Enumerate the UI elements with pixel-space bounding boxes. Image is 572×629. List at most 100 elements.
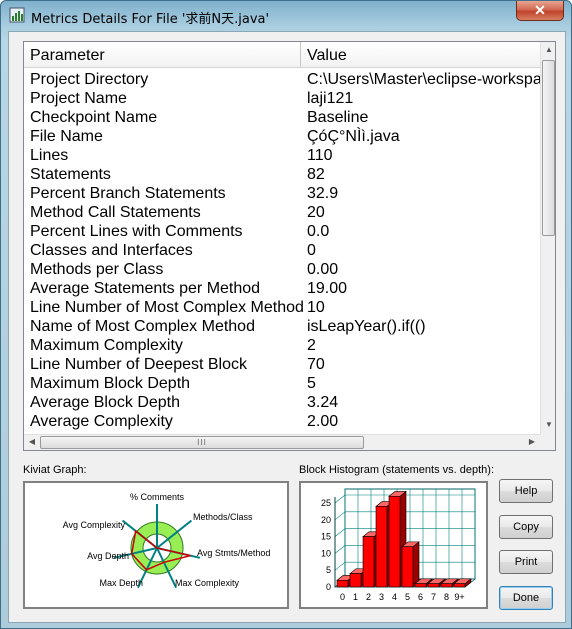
value-cell: 0.0	[307, 223, 330, 240]
histogram-gridline-side	[334, 561, 346, 571]
vertical-scroll-thumb[interactable]	[542, 60, 555, 236]
table-row[interactable]: Lines 110	[24, 146, 540, 165]
histogram-y-tick-label: 25	[321, 498, 331, 508]
kiviat-axis-label: Avg Stmts/Method	[197, 548, 270, 558]
histogram-x-tick-label: 6	[418, 592, 423, 602]
table-row[interactable]: Methods per Class 0.00	[24, 260, 540, 279]
parameter-cell: Statements	[30, 166, 111, 183]
print-button[interactable]: Print	[499, 550, 553, 574]
table-row[interactable]: Classes and Interfaces 0	[24, 241, 540, 260]
horizontal-scroll-thumb[interactable]: III	[40, 436, 364, 449]
header-value[interactable]: Value	[301, 42, 541, 67]
copy-button[interactable]: Copy	[499, 515, 553, 539]
header-parameter[interactable]: Parameter	[24, 42, 301, 67]
histogram-y-tick-label: 0	[326, 582, 331, 592]
app-icon	[9, 7, 25, 23]
done-button[interactable]: Done	[499, 586, 553, 610]
parameter-cell: Project Name	[30, 90, 127, 107]
table-row[interactable]: Maximum Complexity 2	[24, 336, 540, 355]
histogram-bar-side	[412, 541, 420, 588]
parameter-cell: Maximum Block Depth	[30, 375, 191, 392]
parameter-cell: Classes and Interfaces	[30, 242, 193, 259]
table-row[interactable]: File Name ÇóÇ°NÌì.java	[24, 127, 540, 146]
table-row[interactable]: Line Number of Deepest Block 70	[24, 355, 540, 374]
parameter-cell: Project Directory	[30, 71, 149, 88]
dialog-client-area: Parameter Value Project Directory C:\User…	[8, 31, 566, 623]
histogram-bar-front	[336, 579, 349, 588]
scroll-up-icon[interactable]: ▲	[541, 45, 555, 54]
value-cell: 3.24	[307, 394, 339, 411]
histogram-bar-front	[440, 583, 453, 588]
table-row[interactable]: Statements 82	[24, 165, 540, 184]
table-row[interactable]: Checkpoint Name Baseline	[24, 108, 540, 127]
help-button[interactable]: Help	[499, 479, 553, 503]
parameter-cell: Method Call Statements	[30, 204, 201, 221]
kiviat-axis-label: Max Depth	[99, 578, 143, 588]
histogram-bar-front	[375, 506, 388, 588]
value-cell: 2.00	[307, 413, 339, 430]
value-cell: 32.9	[307, 185, 339, 202]
kiviat-graph-panel: % Comments Methods/Class Avg Stmts/Method M…	[23, 481, 289, 609]
histogram-bar-front	[453, 583, 466, 588]
parameter-cell: Name of Most Complex Method	[30, 318, 255, 335]
close-button[interactable]: ✕	[516, 1, 564, 21]
value-cell: 10	[307, 299, 325, 316]
table-header: Parameter Value	[24, 42, 540, 68]
table-row[interactable]: Maximum Block Depth 5	[24, 374, 540, 393]
value-cell: isLeapYear().if(()	[307, 318, 426, 335]
scroll-down-icon[interactable]: ▼	[541, 420, 555, 429]
table-row[interactable]: Project Name laji121	[24, 89, 540, 108]
value-cell: 70	[307, 356, 325, 373]
table-row[interactable]: Average Complexity 2.00	[24, 412, 540, 431]
scroll-left-icon[interactable]: ◀	[24, 437, 40, 446]
table-row[interactable]: Average Statements per Method 19.00	[24, 279, 540, 298]
value-cell: C:\Users\Master\eclipse-workspace	[307, 71, 540, 88]
histogram-x-tick-label: 0	[340, 592, 345, 602]
table-row[interactable]: Average Block Depth 3.24	[24, 393, 540, 412]
table-row[interactable]: Method Call Statements 20	[24, 203, 540, 222]
table-row[interactable]: Percent Lines with Comments 0.0	[24, 222, 540, 241]
value-cell: 110	[307, 147, 333, 164]
scroll-right-icon[interactable]: ▶	[524, 437, 540, 446]
horizontal-scrollbar[interactable]: ◀ III ▶	[24, 434, 540, 450]
parameter-cell: Percent Branch Statements	[30, 185, 226, 202]
metrics-details-window: Metrics Details For File '求前N天.java' ✕ P…	[0, 0, 572, 629]
value-cell: laji121	[307, 90, 354, 107]
table-row[interactable]: Name of Most Complex Method isLeapYear().…	[24, 317, 540, 336]
histogram-bar-front	[427, 583, 440, 588]
histogram-x-tick-label: 5	[405, 592, 410, 602]
value-cell: 2	[307, 337, 316, 354]
parameter-cell: Average Block Depth	[30, 394, 181, 411]
histogram-x-tick-label: 3	[379, 592, 384, 602]
histogram-x-tick-label: 1	[353, 592, 358, 602]
table-row[interactable]: Line Number of Most Complex Method 10	[24, 298, 540, 317]
parameter-cell: Lines	[30, 147, 69, 164]
histogram-bar-front	[414, 583, 427, 588]
histogram-bar-front	[349, 573, 362, 588]
metrics-table[interactable]: Parameter Value Project Directory C:\User…	[23, 41, 556, 451]
parameter-cell: Percent Lines with Comments	[30, 223, 243, 240]
kiviat-axis-label: Max Complexity	[175, 578, 240, 588]
histogram-x-tick-label: 9+	[454, 592, 464, 602]
histogram-gridline-side	[334, 494, 346, 504]
histogram-x-tick-label: 2	[366, 592, 371, 602]
histogram-bar-front	[388, 495, 401, 588]
table-row[interactable]: Project Directory C:\Users\Master\eclipse…	[24, 70, 540, 89]
parameter-cell: Maximum Complexity	[30, 337, 183, 354]
histogram-y-tick-label: 15	[321, 532, 331, 542]
parameter-cell: Line Number of Deepest Block	[30, 356, 247, 373]
value-cell: 0.00	[307, 261, 339, 278]
value-cell: 82	[307, 166, 325, 183]
value-cell: 5	[307, 375, 316, 392]
kiviat-graph: % Comments Methods/Class Avg Stmts/Method M…	[63, 492, 270, 589]
vertical-scrollbar[interactable]: ▲ ▼	[540, 42, 555, 434]
value-cell: ÇóÇ°NÌì.java	[307, 128, 400, 145]
parameter-cell: Average Complexity	[30, 413, 173, 430]
table-row[interactable]: Percent Branch Statements 32.9	[24, 184, 540, 203]
histogram-x-tick-label: 4	[392, 592, 397, 602]
value-cell: 0	[307, 242, 316, 259]
histogram-label: Block Histogram (statements vs. depth):	[299, 464, 495, 476]
title-bar[interactable]: Metrics Details For File '求前N天.java' ✕	[1, 1, 571, 31]
kiviat-axis-label: Avg Complexity	[63, 520, 126, 530]
kiviat-axis-label: % Comments	[130, 492, 185, 502]
